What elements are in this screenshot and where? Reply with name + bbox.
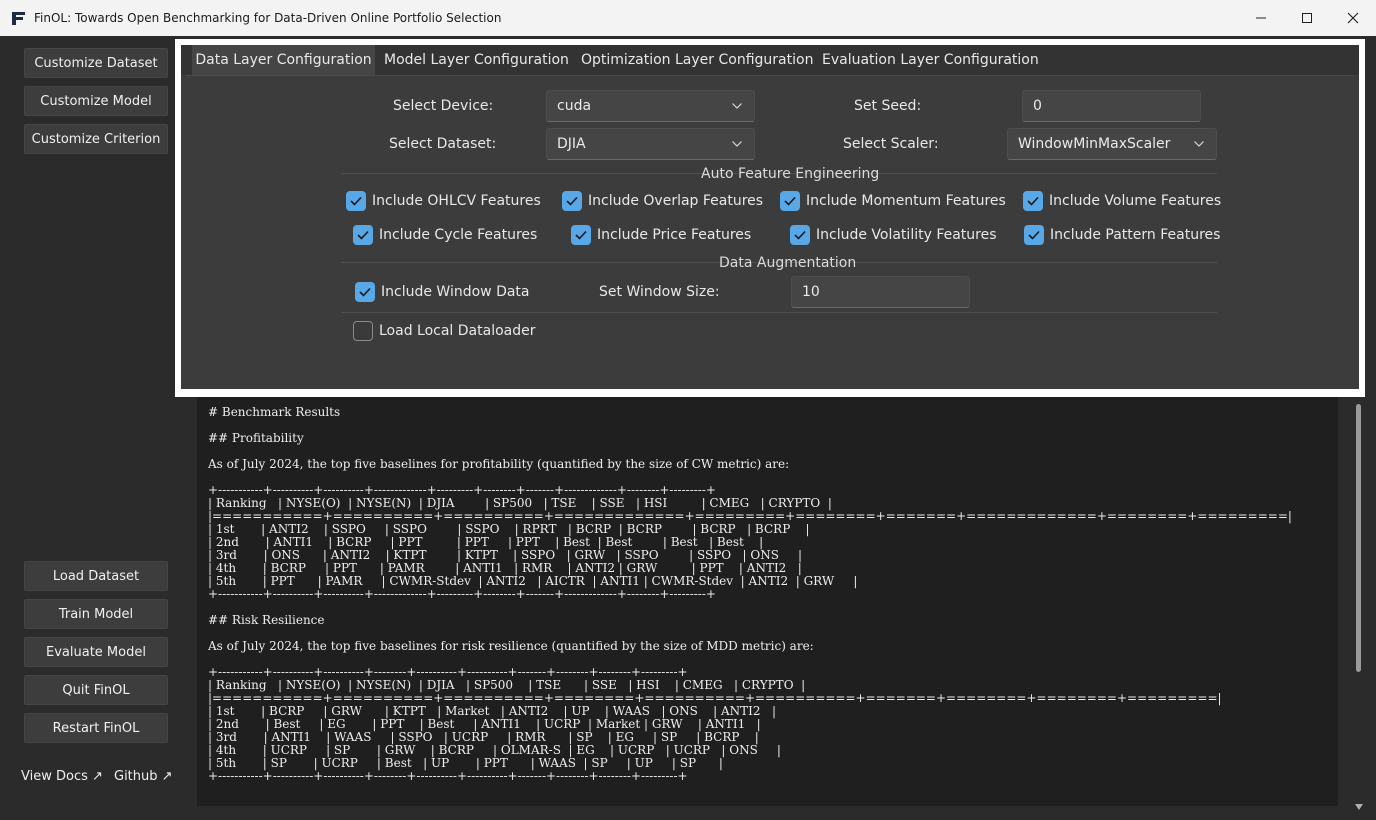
tab-data-layer[interactable]: Data Layer Configuration [192,45,375,75]
window-size-input[interactable]: 10 [791,276,970,308]
price-label: Include Price Features [597,227,752,243]
finol-logo-icon [10,10,26,26]
overlap-checkbox[interactable] [562,191,582,211]
chevron-down-icon [732,91,742,121]
check-icon [359,287,371,297]
profitability-heading: ## Profitability [208,431,304,445]
sidebar: Customize Dataset Customize Model Custom… [0,36,185,820]
chevron-down-icon [732,129,742,159]
pattern-checkbox[interactable] [1024,225,1044,245]
feature-section-title: Auto Feature Engineering [701,166,880,182]
output-scrollbar-thumb[interactable] [1356,404,1361,672]
close-button[interactable] [1330,0,1376,36]
scaler-value: WindowMinMaxScaler [1018,136,1171,152]
dataset-label: Select Dataset: [389,136,497,152]
minimize-icon [1256,17,1266,19]
check-icon [784,196,796,206]
check-icon [1028,230,1040,240]
restart-button[interactable]: Restart FinOL [24,713,168,743]
maximize-icon [1302,13,1312,23]
maximize-button[interactable] [1284,0,1330,36]
window-title: FinOL: Towards Open Benchmarking for Dat… [34,11,502,25]
customize-criterion-button[interactable]: Customize Criterion [24,124,168,154]
scaler-select[interactable]: WindowMinMaxScaler [1007,128,1217,160]
results-output[interactable]: # Benchmark Results ## Profitability As … [197,397,1338,806]
check-icon [794,230,806,240]
device-label: Select Device: [393,98,494,114]
local-dataloader-checkbox[interactable] [353,321,373,341]
table-border: +-----------+----------+----------+-----… [208,769,688,783]
section-divider [341,312,1217,313]
title-bar: FinOL: Towards Open Benchmarking for Dat… [0,0,1376,36]
device-select[interactable]: cuda [546,90,755,122]
scroll-down-icon[interactable] [1353,802,1365,812]
train-model-button[interactable]: Train Model [24,599,168,629]
overlap-label: Include Overlap Features [588,193,764,209]
tab-evaluation-layer[interactable]: Evaluation Layer Configuration [822,45,1039,75]
ohlcv-checkbox[interactable] [346,191,366,211]
scaler-label: Select Scaler: [843,136,939,152]
check-icon [575,230,587,240]
results-heading: # Benchmark Results [208,405,341,419]
check-icon [566,196,578,206]
tabs-divider [186,75,1354,76]
augment-section-title: Data Augmentation [719,255,857,271]
seed-input[interactable]: 0 [1022,90,1201,122]
window-data-checkbox[interactable] [355,282,375,302]
quit-button[interactable]: Quit FinOL [24,675,168,705]
github-link[interactable]: Github ↗ [114,769,173,784]
customize-dataset-button[interactable]: Customize Dataset [24,48,168,78]
check-icon [1027,196,1039,206]
window-size-value: 10 [802,284,820,300]
window-size-label: Set Window Size: [599,284,720,300]
device-value: cuda [557,98,592,114]
tab-optimization-layer[interactable]: Optimization Layer Configuration [581,45,813,75]
pattern-label: Include Pattern Features [1050,227,1221,243]
profitability-text: As of July 2024, the top five baselines … [208,457,790,471]
volume-checkbox[interactable] [1023,191,1043,211]
minimize-button[interactable] [1238,0,1284,36]
evaluate-model-button[interactable]: Evaluate Model [24,637,168,667]
price-checkbox[interactable] [571,225,591,245]
dataset-value: DJIA [557,136,586,152]
view-docs-link[interactable]: View Docs ↗ [21,769,103,784]
risk-heading: ## Risk Resilience [208,613,325,627]
volume-label: Include Volume Features [1049,193,1222,209]
seed-label: Set Seed: [854,98,922,114]
momentum-label: Include Momentum Features [806,193,1006,209]
momentum-checkbox[interactable] [780,191,800,211]
config-panel: Data Layer Configuration Model Layer Con… [181,45,1359,389]
dataset-select[interactable]: DJIA [546,128,755,160]
window-data-label: Include Window Data [381,284,530,300]
volatility-label: Include Volatility Features [816,227,997,243]
customize-model-button[interactable]: Customize Model [24,86,168,116]
cycle-checkbox[interactable] [353,225,373,245]
load-dataset-button[interactable]: Load Dataset [24,561,168,591]
config-tabbar: Data Layer Configuration Model Layer Con… [181,45,1359,75]
check-icon [357,230,369,240]
close-icon [1347,12,1359,24]
ohlcv-label: Include OHLCV Features [372,193,541,209]
cycle-label: Include Cycle Features [379,227,538,243]
check-icon [350,196,362,206]
tab-model-layer[interactable]: Model Layer Configuration [384,45,569,75]
volatility-checkbox[interactable] [790,225,810,245]
local-dataloader-label: Load Local Dataloader [379,323,536,339]
seed-value: 0 [1033,98,1042,114]
risk-text: As of July 2024, the top five baselines … [208,639,814,653]
table-border: +-----------+----------+----------+-----… [208,587,716,601]
chevron-down-icon [1194,129,1204,159]
